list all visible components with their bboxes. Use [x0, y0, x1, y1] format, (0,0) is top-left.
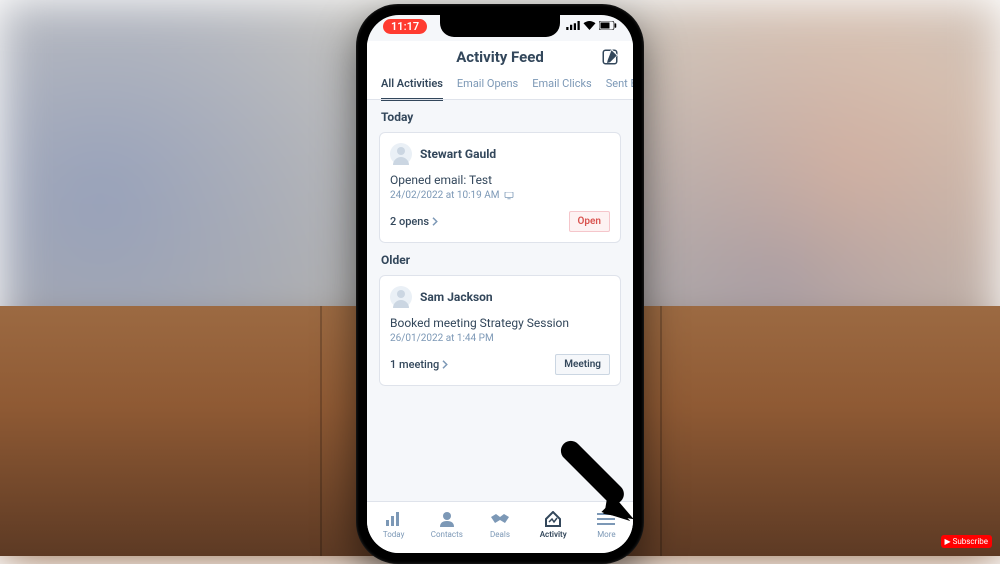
page-title: Activity Feed — [456, 48, 544, 66]
activity-card[interactable]: Stewart Gauld Opened email: Test 24/02/2… — [379, 132, 621, 243]
battery-icon — [599, 21, 617, 30]
tab-email-opens[interactable]: Email Opens — [457, 77, 518, 100]
meeting-action-button[interactable]: Meeting — [555, 354, 610, 375]
meeting-count-link[interactable]: 1 meeting — [390, 358, 448, 371]
nav-more[interactable]: More — [580, 510, 633, 539]
bar-chart-icon — [384, 510, 404, 528]
device-icon — [504, 192, 514, 200]
tab-sent-email[interactable]: Sent Emai — [606, 77, 633, 100]
nav-activity[interactable]: Activity — [527, 510, 580, 539]
bottom-nav: Today Contacts Deals Activity — [367, 501, 633, 553]
section-label-today: Today — [379, 100, 621, 132]
tab-email-clicks[interactable]: Email Clicks — [532, 77, 591, 100]
avatar — [390, 143, 412, 165]
signal-icon — [566, 21, 580, 30]
activity-timestamp: 26/01/2022 at 1:44 PM — [390, 333, 610, 344]
section-label-older: Older — [379, 243, 621, 275]
handshake-icon — [490, 510, 510, 528]
contact-name: Sam Jackson — [420, 290, 493, 304]
phone-device-frame: 11:17 Activity Feed All Activities Email… — [356, 4, 644, 564]
activity-card[interactable]: Sam Jackson Booked meeting Strategy Sess… — [379, 275, 621, 386]
opens-count-link[interactable]: 2 opens — [390, 215, 438, 228]
avatar — [390, 286, 412, 308]
activity-timestamp: 24/02/2022 at 10:19 AM — [390, 190, 610, 201]
person-icon — [437, 510, 457, 528]
nav-deals[interactable]: Deals — [473, 510, 526, 539]
nav-contacts[interactable]: Contacts — [420, 510, 473, 539]
nav-today[interactable]: Today — [367, 510, 420, 539]
youtube-subscribe-badge: ▶ Subscribe — [941, 535, 993, 548]
house-activity-icon — [543, 510, 563, 528]
compose-icon — [601, 48, 619, 66]
phone-screen: 11:17 Activity Feed All Activities Email… — [367, 15, 633, 553]
open-action-button[interactable]: Open — [569, 211, 611, 232]
contact-name: Stewart Gauld — [420, 147, 496, 161]
activity-description: Booked meeting Strategy Session — [390, 316, 610, 330]
tab-all-activities[interactable]: All Activities — [381, 77, 443, 101]
app-header: Activity Feed All Activities Email Opens… — [367, 41, 633, 100]
menu-icon — [596, 510, 616, 528]
chevron-right-icon — [431, 217, 438, 226]
feed-content: Today Stewart Gauld Opened email: Test 2… — [367, 100, 633, 386]
compose-button[interactable] — [599, 46, 621, 68]
filter-tabs: All Activities Email Opens Email Clicks … — [379, 71, 621, 100]
chevron-right-icon — [441, 360, 448, 369]
status-icons — [566, 21, 617, 30]
status-time-recording-pill: 11:17 — [383, 19, 427, 34]
activity-description: Opened email: Test — [390, 173, 610, 187]
phone-notch — [440, 15, 560, 37]
wifi-icon — [583, 21, 596, 30]
